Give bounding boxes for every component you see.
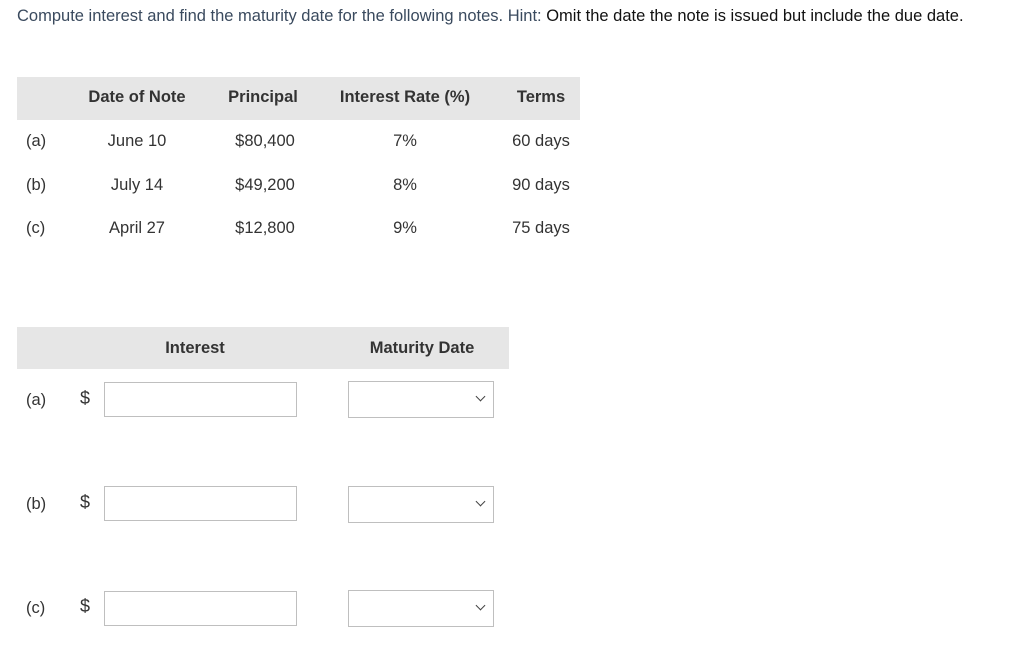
row-label: (b) <box>26 495 47 513</box>
row-label: (a) <box>26 132 47 150</box>
header-maturity-date: Maturity Date <box>369 339 475 357</box>
note-date: July 14 <box>110 176 164 194</box>
row-label: (b) <box>26 176 47 194</box>
dollar-sign: $ <box>80 388 91 408</box>
header-interest: Interest <box>165 339 225 357</box>
note-rate: 8% <box>393 176 417 194</box>
maturity-date-select-b[interactable] <box>348 486 494 523</box>
note-terms: 90 days <box>512 176 570 194</box>
row-label: (c) <box>26 219 46 237</box>
interest-input-b[interactable] <box>104 486 297 521</box>
instructions-hint: Omit the date the note is issued but inc… <box>546 7 964 25</box>
maturity-date-select-a[interactable] <box>348 381 494 418</box>
row-label: (c) <box>26 599 46 617</box>
note-principal: $12,800 <box>235 219 295 237</box>
note-terms: 75 days <box>512 219 570 237</box>
header-interest-rate: Interest Rate (%) <box>339 88 471 106</box>
chevron-down-icon <box>475 391 486 402</box>
chevron-down-icon <box>475 600 486 611</box>
note-rate: 9% <box>393 219 417 237</box>
interest-input-a[interactable] <box>104 382 297 417</box>
row-label: (a) <box>26 391 47 409</box>
note-rate: 7% <box>393 132 417 150</box>
note-date: April 27 <box>109 219 165 237</box>
note-date: June 10 <box>107 132 167 150</box>
instructions: Compute interest and find the maturity d… <box>17 4 1017 29</box>
note-principal: $49,200 <box>235 176 295 194</box>
dollar-sign: $ <box>80 596 91 616</box>
header-principal: Principal <box>228 88 298 106</box>
header-date-of-note: Date of Note <box>88 88 186 106</box>
dollar-sign: $ <box>80 492 91 512</box>
maturity-date-select-c[interactable] <box>348 590 494 627</box>
header-terms: Terms <box>516 88 566 106</box>
interest-input-c[interactable] <box>104 591 297 626</box>
note-terms: 60 days <box>512 132 570 150</box>
instructions-lead: Compute interest and find the maturity d… <box>17 7 547 25</box>
note-principal: $80,400 <box>235 132 295 150</box>
chevron-down-icon <box>475 496 486 507</box>
